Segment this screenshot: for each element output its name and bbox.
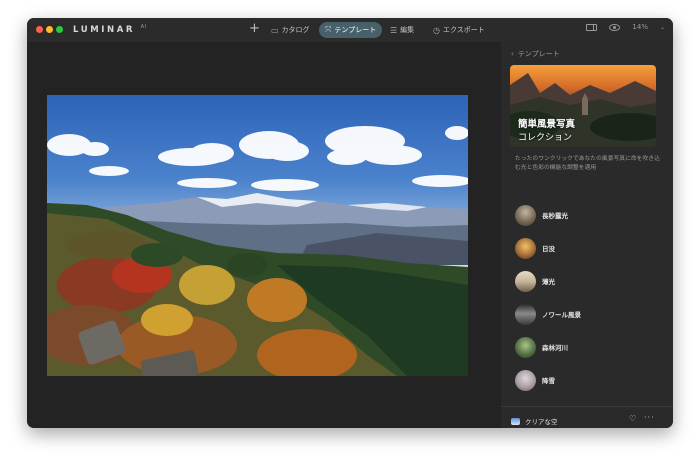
tab-templates[interactable]: ⤧ テンプレート: [319, 22, 383, 38]
templates-panel: ‹ テンプレート 簡単風景写真 コレクション たったのワンクリックであなたの風景…: [501, 42, 673, 428]
add-button[interactable]: +: [249, 21, 260, 36]
app-logo: LUMINAR AI: [73, 24, 147, 35]
template-thumbnail: [515, 204, 536, 226]
title-bar: LUMINAR AI + ▭ カタログ ⤧ テンプレート ☰ 編集 ◷ エクスポ…: [27, 18, 673, 42]
collection-title: 簡単風景写真: [518, 119, 576, 130]
export-icon: ◷: [433, 25, 440, 35]
template-thumbnail: [515, 270, 536, 292]
collection-subtitle: コレクション: [518, 133, 573, 143]
template-thumbnail: [515, 303, 536, 325]
collection-hero[interactable]: 簡単風景写真 コレクション: [510, 65, 656, 147]
tab-export-label: エクスポート: [442, 26, 485, 34]
folder-icon: ▭: [271, 25, 279, 35]
collection-description: たったのワンクリックであなたの風景写真に命を吹き込む光と色彩の機能な調整を適用: [515, 156, 660, 171]
template-item[interactable]: 森林河川: [515, 336, 568, 358]
template-label: 薄光: [542, 278, 555, 286]
template-item[interactable]: 日没: [515, 237, 555, 259]
app-window: LUMINAR AI + ▭ カタログ ⤧ テンプレート ☰ 編集 ◷ エクスポ…: [27, 18, 673, 428]
template-label: 森林河川: [542, 344, 568, 352]
close-window-button[interactable]: [36, 26, 43, 33]
tab-edit[interactable]: ☰ 編集: [384, 22, 420, 38]
tab-export[interactable]: ◷ エクスポート: [427, 22, 491, 38]
template-item[interactable]: 長秒露光: [515, 204, 568, 226]
template-label: 日没: [542, 245, 555, 253]
selected-filter-row: クリアな空 ♡ ···: [511, 413, 663, 427]
template-item[interactable]: ノワール風景: [515, 303, 581, 325]
view-tools: 14% ⌄: [586, 23, 665, 31]
back-to-templates[interactable]: ‹ テンプレート: [511, 49, 560, 59]
layout-toggle-icon[interactable]: [586, 23, 598, 31]
magic-wand-icon: ⤧: [325, 25, 332, 34]
back-label: テンプレート: [517, 50, 560, 58]
tab-edit-label: 編集: [400, 26, 415, 34]
template-item[interactable]: 降雪: [515, 369, 555, 391]
template-item[interactable]: 薄光: [515, 270, 555, 292]
zoom-level[interactable]: 14%: [632, 23, 648, 31]
template-thumbnail: [515, 369, 536, 391]
template-label: 降雪: [542, 377, 555, 385]
template-label: ノワール風景: [542, 311, 581, 319]
tab-catalog[interactable]: ▭ カタログ: [265, 22, 316, 38]
landscape-photo[interactable]: [47, 95, 468, 376]
panel-divider: [501, 406, 673, 407]
preview-eye-icon[interactable]: [609, 23, 621, 31]
template-thumbnail: [515, 237, 536, 259]
sliders-icon: ☰: [390, 25, 398, 35]
chevron-down-icon[interactable]: ⌄: [660, 24, 665, 31]
tab-catalog-label: カタログ: [281, 26, 310, 34]
zoom-window-button[interactable]: [56, 26, 63, 33]
sky-icon: [511, 417, 520, 425]
chevron-left-icon: ‹: [511, 50, 514, 58]
selected-filter-name: クリアな空: [525, 418, 558, 426]
tab-templates-label: テンプレート: [334, 26, 377, 34]
image-canvas[interactable]: [27, 42, 501, 428]
template-thumbnail: [515, 336, 536, 358]
minimize-window-button[interactable]: [46, 26, 53, 33]
template-label: 長秒露光: [542, 212, 568, 220]
heart-icon[interactable]: ♡: [629, 414, 636, 423]
landscape-photo-art: [47, 126, 468, 376]
more-icon[interactable]: ···: [644, 413, 655, 422]
